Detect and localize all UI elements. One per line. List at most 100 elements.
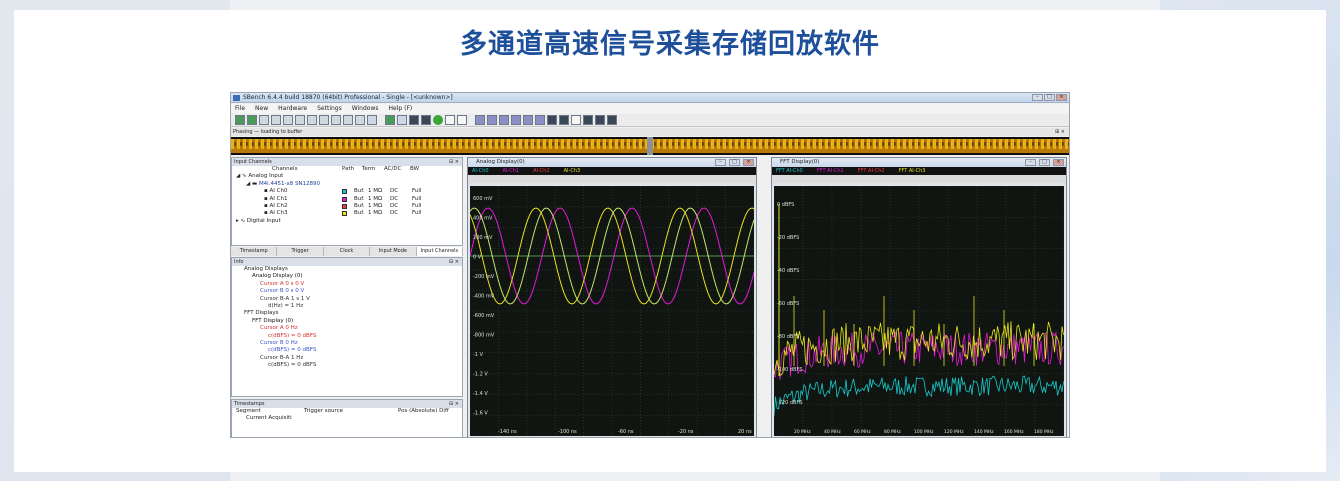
legend-entry[interactable]: AI-Ch2 — [533, 167, 550, 175]
phasing-label: Phasing — loading to buffer — [233, 129, 303, 135]
new-fft-display-icon[interactable] — [307, 115, 317, 125]
info-line[interactable]: FFT Displays — [232, 310, 462, 317]
new-xy-display-icon[interactable] — [295, 115, 305, 125]
timestamps-row[interactable]: Current Acquisiti — [232, 415, 462, 422]
channel-color-swatch[interactable] — [342, 211, 347, 217]
info-line[interactable]: Cursor B-A 1 s 1 V — [232, 296, 462, 303]
legend-entry[interactable]: AI-Ch1 — [503, 167, 520, 175]
info-line[interactable]: Cursor A 0 Hz — [232, 325, 462, 332]
info-line[interactable]: Cursor B 0 Hz — [232, 340, 462, 347]
tile-vertical-icon[interactable] — [559, 115, 569, 125]
cascade-icon[interactable] — [571, 115, 581, 125]
single-shot-icon[interactable] — [271, 115, 281, 125]
legend-entry[interactable]: FFT AI-Ch1 — [817, 167, 844, 175]
digital-input-group[interactable]: ▸ ∿ Digital Input — [232, 218, 462, 225]
minimize-button[interactable]: – — [1025, 159, 1036, 166]
notes-icon[interactable] — [445, 115, 455, 125]
save-all-icon[interactable] — [421, 115, 431, 125]
report-icon[interactable] — [457, 115, 467, 125]
legend-entry[interactable]: FFT AI-Ch3 — [899, 167, 926, 175]
channel-row[interactable]: ▪ AI Ch3 Buf. 1 MΩ DC Full — [232, 210, 462, 217]
calc-multiply-icon[interactable] — [499, 115, 509, 125]
new-waterfall-icon[interactable] — [343, 115, 353, 125]
maximize-button[interactable]: □ — [729, 159, 740, 166]
stop-icon[interactable] — [259, 115, 269, 125]
info-line[interactable]: c(dBFS) = 0 dBFS — [232, 362, 462, 369]
channel-color-swatch[interactable] — [342, 189, 347, 195]
channel-row[interactable]: ▪ AI Ch2 Buf. 1 MΩ DC Full — [232, 203, 462, 210]
menu-file[interactable]: File — [235, 104, 245, 113]
tab-clock[interactable]: Clock — [324, 247, 371, 256]
new-histogram-icon[interactable] — [331, 115, 341, 125]
close-button[interactable]: × — [743, 159, 754, 166]
overview-waveform[interactable] — [231, 137, 1069, 155]
save-icon[interactable] — [409, 115, 419, 125]
channel-color-swatch[interactable] — [342, 196, 347, 202]
export-icon[interactable] — [397, 115, 407, 125]
analog-scrollbar[interactable] — [468, 175, 756, 183]
zoom-icon[interactable] — [583, 115, 593, 125]
analog-input-group[interactable]: ◢ ∿ Analog Input — [232, 173, 462, 180]
minimize-button[interactable]: – — [715, 159, 726, 166]
layout-icon[interactable] — [607, 115, 617, 125]
card-row[interactable]: ◢ ▬ M4i.4451-x8 SN12890 — [232, 181, 462, 188]
overview-position-marker[interactable] — [647, 137, 653, 155]
new-digital-display-icon[interactable] — [319, 115, 329, 125]
calc-fft-icon[interactable] — [535, 115, 545, 125]
fft-scrollbar[interactable] — [772, 175, 1066, 183]
tab-input-mode[interactable]: Input Mode — [370, 247, 417, 256]
tab-input-channels[interactable]: Input Channels — [416, 247, 464, 256]
menu-new[interactable]: New — [255, 104, 268, 113]
channel-row[interactable]: ▪ AI Ch0 Buf. 1 MΩ DC Full — [232, 188, 462, 195]
info-line[interactable]: c(dBFS) = 0 dBFS — [232, 347, 462, 354]
y-tick-label: -600 mV — [473, 313, 495, 319]
calc-add-icon[interactable] — [475, 115, 485, 125]
start-loop-icon[interactable] — [247, 115, 257, 125]
close-button[interactable]: × — [1056, 94, 1067, 101]
tile-horizontal-icon[interactable] — [547, 115, 557, 125]
panel-pin-icon[interactable]: ⊟ × — [449, 258, 459, 266]
panel-pin-icon[interactable]: ⊟ × — [449, 158, 459, 166]
import-icon[interactable] — [385, 115, 395, 125]
minimize-button[interactable]: – — [1032, 94, 1043, 101]
legend-entry[interactable]: FFT AI-Ch0 — [776, 167, 803, 175]
calc-average-icon[interactable] — [511, 115, 521, 125]
info-line[interactable]: Analog Displays — [232, 266, 462, 273]
close-button[interactable]: × — [1053, 159, 1064, 166]
menu-settings[interactable]: Settings — [317, 104, 342, 113]
calc-filter-icon[interactable] — [523, 115, 533, 125]
legend-entry[interactable]: AI-Ch0 — [472, 167, 489, 175]
menu-hardware[interactable]: Hardware — [278, 104, 307, 113]
legend-entry[interactable]: AI-Ch3 — [564, 167, 581, 175]
info-line[interactable]: Cursor A 0 s 0 V — [232, 281, 462, 288]
pin-icon[interactable]: ⊞ × — [1055, 128, 1065, 136]
info-line[interactable]: Analog Display (0) — [232, 273, 462, 280]
new-info-icon[interactable] — [367, 115, 377, 125]
gear-icon[interactable] — [433, 115, 443, 125]
menu-windows[interactable]: Windows — [352, 104, 379, 113]
maximize-button[interactable]: □ — [1044, 94, 1055, 101]
calc-subtract-icon[interactable] — [487, 115, 497, 125]
info-line[interactable]: Cursor B 0 s 0 V — [232, 288, 462, 295]
maximize-button[interactable]: □ — [1039, 159, 1050, 166]
y-tick-label: -1.6 V — [473, 411, 488, 417]
menu-help[interactable]: Help (F) — [389, 104, 413, 113]
panel-pin-icon[interactable]: ⊟ × — [449, 400, 459, 408]
analog-plot[interactable]: 600 mV 400 mV 200 mV 0 V -200 mV -400 mV -600 … — [470, 186, 754, 436]
tab-trigger[interactable]: Trigger — [277, 247, 324, 256]
fullscreen-icon[interactable] — [595, 115, 605, 125]
channel-table-header: Channels Path Term AC/DC BW — [232, 166, 462, 173]
new-analog-display-icon[interactable] — [283, 115, 293, 125]
fft-plot[interactable]: 0 dBFS -20 dBFS -40 dBFS -60 dBFS -80 dBFS -1… — [774, 186, 1064, 436]
channel-color-swatch[interactable] — [342, 203, 347, 209]
legend-entry[interactable]: FFT AI-Ch2 — [858, 167, 885, 175]
info-line[interactable]: c(dBFS) = 0 dBFS — [232, 333, 462, 340]
channel-row[interactable]: ▪ AI Ch1 Buf. 1 MΩ DC Full — [232, 196, 462, 203]
new-table-icon[interactable] — [355, 115, 365, 125]
tab-timestamp[interactable]: Timestamp — [231, 247, 278, 256]
start-acquisition-icon[interactable] — [235, 115, 245, 125]
info-line[interactable]: d(Hz) = 1 Hz — [232, 303, 462, 310]
info-line[interactable]: FFT Display (0) — [232, 318, 462, 325]
x-tick-label: 160 MHz — [1004, 429, 1024, 435]
info-line[interactable]: Cursor B-A 1 Hz — [232, 355, 462, 362]
